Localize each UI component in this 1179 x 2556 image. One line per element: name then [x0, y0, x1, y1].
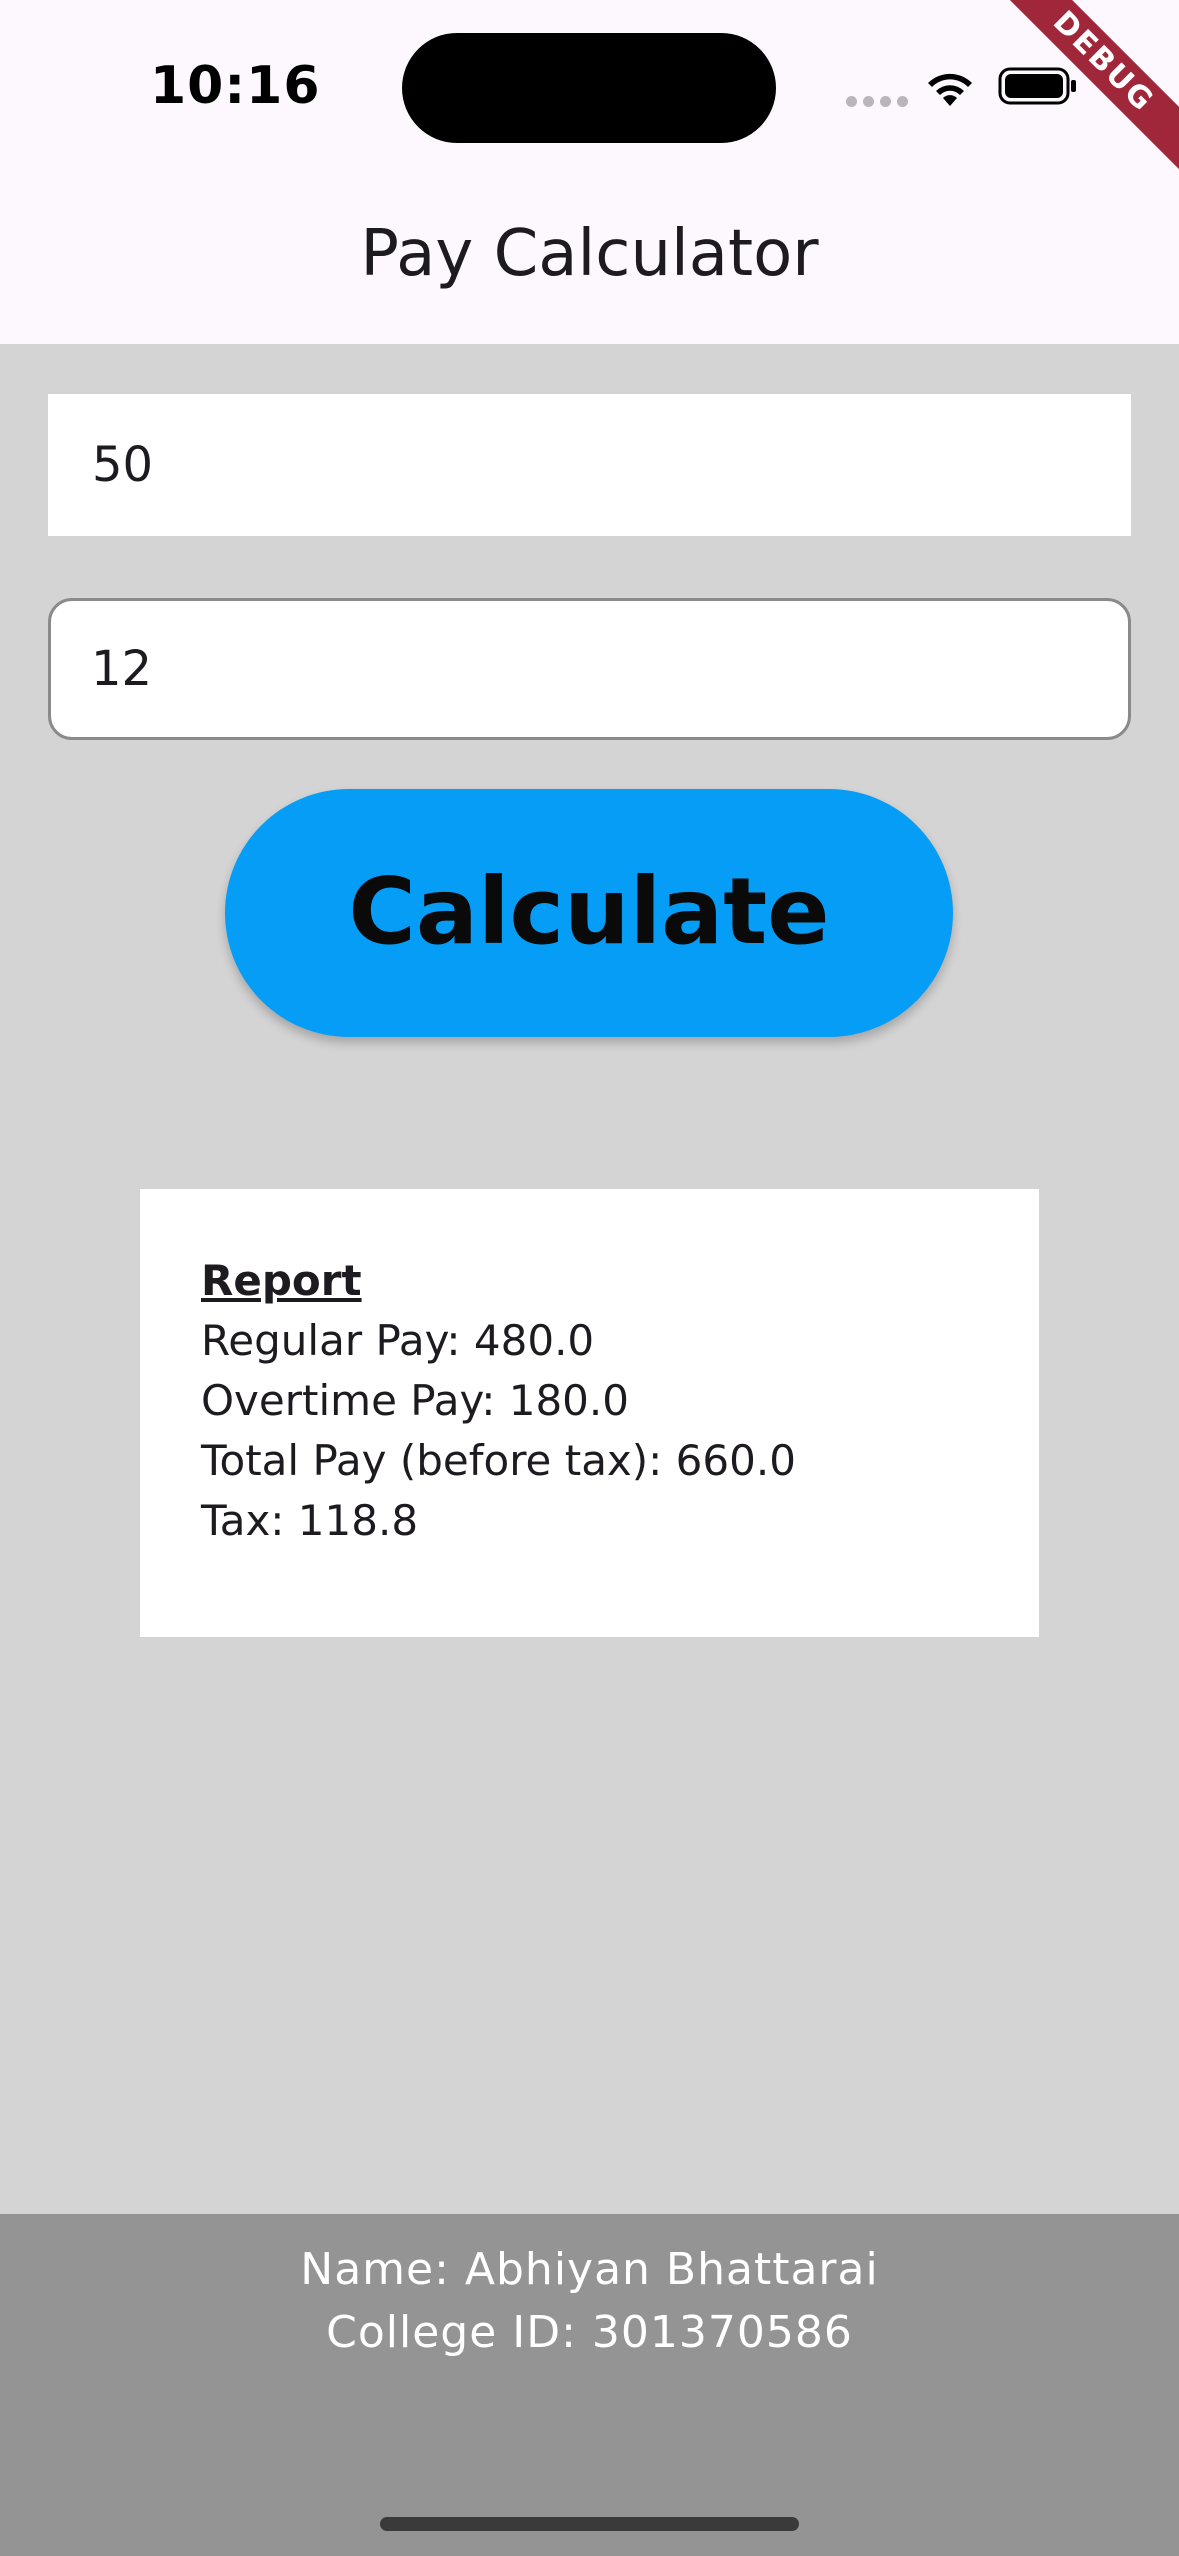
signal-dots-icon: [846, 96, 908, 107]
report-card: Report Regular Pay: 480.0 Overtime Pay: …: [140, 1189, 1039, 1637]
app-screen: 10:16 DEBUG Pay Calculator 50 12 Calcula…: [0, 0, 1179, 2556]
hours-input-value: 50: [92, 437, 154, 493]
status-time: 10:16: [150, 56, 321, 116]
footer-name: Name: Abhiyan Bhattarai: [300, 2244, 879, 2295]
overtime-pay: Overtime Pay: 180.0: [201, 1376, 629, 1425]
status-bar: 10:16: [0, 0, 1179, 172]
footer: Name: Abhiyan Bhattarai College ID: 3013…: [0, 2214, 1179, 2556]
regular-pay: Regular Pay: 480.0: [201, 1316, 595, 1365]
hours-input[interactable]: 50: [48, 394, 1131, 536]
home-indicator[interactable]: [380, 2517, 799, 2531]
wifi-icon: [928, 73, 972, 106]
report-title: Report: [201, 1256, 362, 1305]
total-pay: Total Pay (before tax): 660.0: [201, 1436, 796, 1485]
app-bar: Pay Calculator: [0, 172, 1179, 344]
calculate-button[interactable]: Calculate: [225, 789, 953, 1037]
page-title: Pay Calculator: [360, 217, 819, 291]
battery-icon: [998, 67, 1076, 105]
dynamic-island: [402, 33, 776, 143]
tax: Tax: 118.8: [201, 1496, 419, 1545]
calculate-button-label: Calculate: [348, 857, 830, 965]
rate-input[interactable]: 12: [48, 598, 1131, 740]
footer-college-id: College ID: 301370586: [326, 2307, 853, 2358]
rate-input-value: 12: [91, 641, 153, 697]
